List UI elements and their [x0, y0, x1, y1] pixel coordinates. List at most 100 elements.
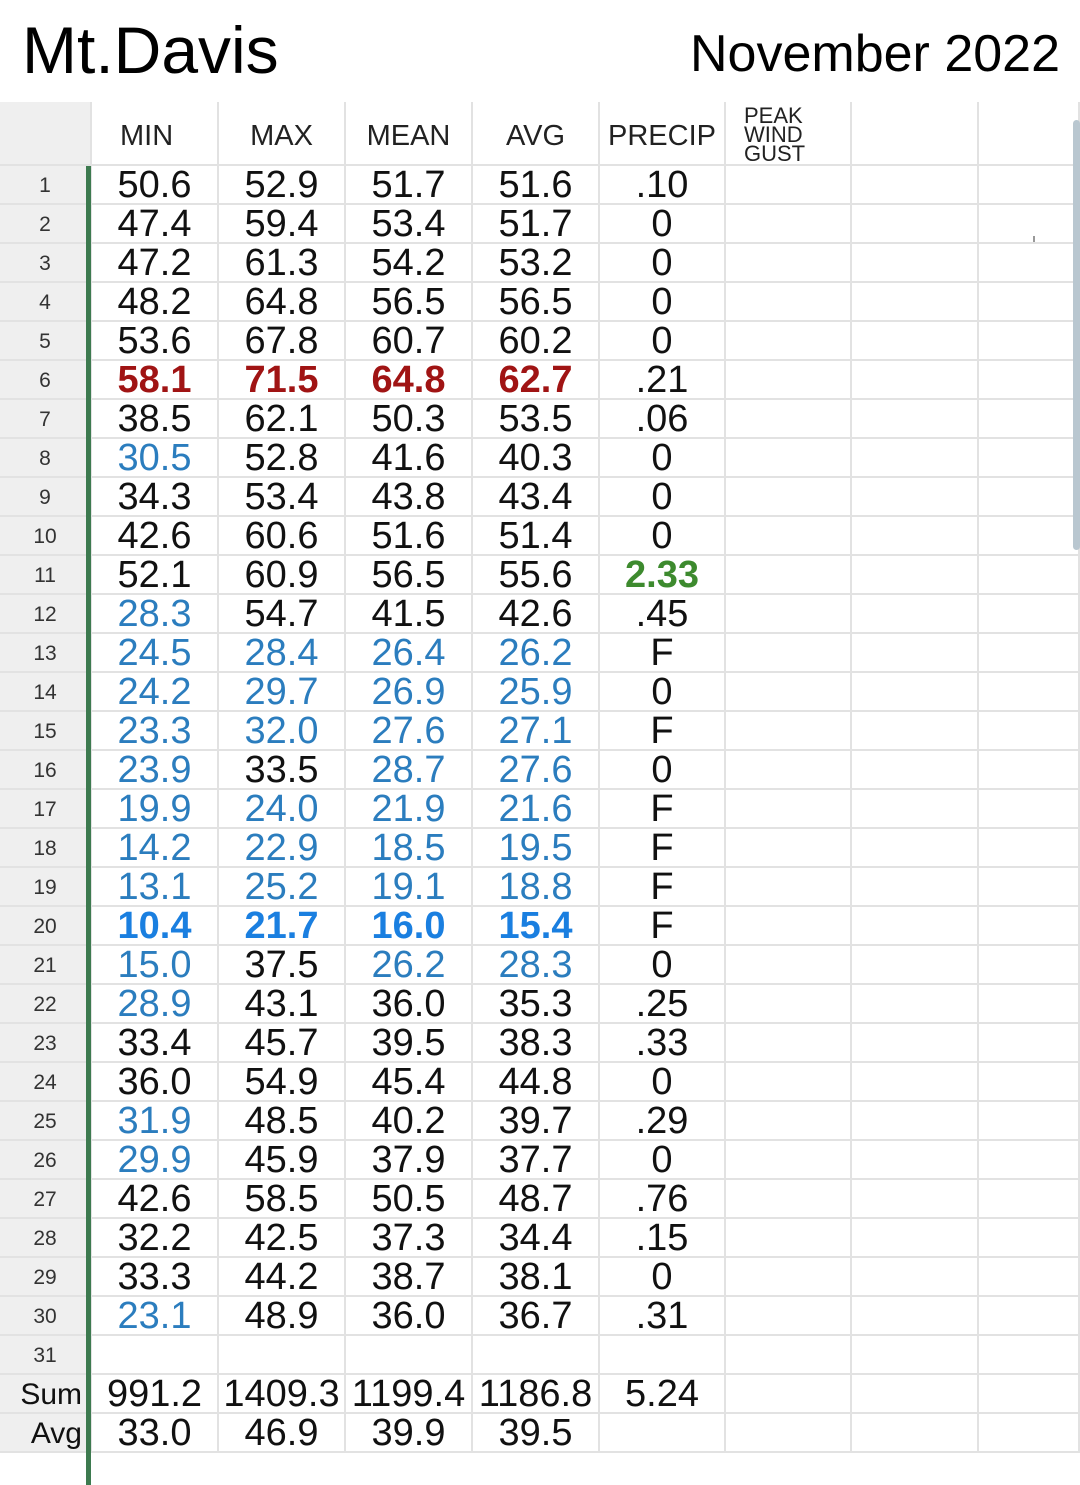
precip-cell[interactable]: 0 — [600, 673, 726, 712]
max-cell[interactable]: 61.3 — [219, 244, 346, 283]
empty-cell[interactable] — [979, 673, 1080, 712]
mean-cell[interactable]: 64.8 — [346, 361, 473, 400]
summary-label[interactable]: Avg — [0, 1414, 92, 1453]
mean-cell[interactable]: 39.9 — [346, 1414, 473, 1453]
mean-cell[interactable]: 54.2 — [346, 244, 473, 283]
avg-cell[interactable] — [473, 1336, 600, 1375]
row-number[interactable]: 2 — [0, 205, 92, 244]
precip-cell[interactable]: 0 — [600, 751, 726, 790]
min-cell[interactable]: 13.1 — [92, 868, 219, 907]
precip-cell[interactable]: F — [600, 712, 726, 751]
empty-cell[interactable] — [852, 1024, 979, 1063]
precip-cell[interactable]: 0 — [600, 439, 726, 478]
avg-cell[interactable]: 60.2 — [473, 322, 600, 361]
row-number[interactable]: 7 — [0, 400, 92, 439]
empty-cell[interactable] — [852, 712, 979, 751]
row-number[interactable]: 23 — [0, 1024, 92, 1063]
empty-cell[interactable] — [852, 634, 979, 673]
min-cell[interactable]: 23.1 — [92, 1297, 219, 1336]
mean-cell[interactable]: 41.5 — [346, 595, 473, 634]
precip-cell[interactable]: .06 — [600, 400, 726, 439]
avg-cell[interactable]: 27.1 — [473, 712, 600, 751]
empty-cell[interactable] — [852, 1336, 979, 1375]
empty-cell[interactable] — [979, 361, 1080, 400]
min-cell[interactable]: 42.6 — [92, 517, 219, 556]
avg-cell[interactable]: 56.5 — [473, 283, 600, 322]
mean-cell[interactable]: 1199.4 — [346, 1375, 473, 1414]
max-cell[interactable]: 60.6 — [219, 517, 346, 556]
empty-cell[interactable] — [726, 1219, 852, 1258]
empty-cell[interactable] — [979, 400, 1080, 439]
avg-cell[interactable]: 39.5 — [473, 1414, 600, 1453]
min-cell[interactable]: 47.4 — [92, 205, 219, 244]
max-cell[interactable]: 62.1 — [219, 400, 346, 439]
mean-cell[interactable]: 50.3 — [346, 400, 473, 439]
min-cell[interactable]: 991.2 — [92, 1375, 219, 1414]
row-number[interactable]: 20 — [0, 907, 92, 946]
empty-cell[interactable] — [852, 868, 979, 907]
max-cell[interactable]: 58.5 — [219, 1180, 346, 1219]
precip-cell[interactable]: F — [600, 790, 726, 829]
precip-cell[interactable]: F — [600, 868, 726, 907]
min-cell[interactable]: 52.1 — [92, 556, 219, 595]
min-cell[interactable]: 30.5 — [92, 439, 219, 478]
mean-cell[interactable]: 53.4 — [346, 205, 473, 244]
mean-cell[interactable]: 26.9 — [346, 673, 473, 712]
row-number[interactable]: 29 — [0, 1258, 92, 1297]
precip-cell[interactable]: .10 — [600, 166, 726, 205]
empty-cell[interactable] — [852, 1297, 979, 1336]
empty-cell[interactable] — [979, 1102, 1080, 1141]
row-number[interactable]: 16 — [0, 751, 92, 790]
mean-cell[interactable]: 26.4 — [346, 634, 473, 673]
max-cell[interactable]: 64.8 — [219, 283, 346, 322]
empty-cell[interactable] — [726, 1336, 852, 1375]
precip-cell[interactable]: 0 — [600, 1258, 726, 1297]
mean-cell[interactable]: 43.8 — [346, 478, 473, 517]
column-header-mean[interactable]: MEAN — [346, 102, 473, 166]
row-number[interactable]: 1 — [0, 166, 92, 205]
row-number[interactable]: 19 — [0, 868, 92, 907]
precip-cell[interactable]: 5.24 — [600, 1375, 726, 1414]
empty-cell[interactable] — [979, 829, 1080, 868]
empty-cell[interactable] — [726, 751, 852, 790]
mean-cell[interactable]: 51.6 — [346, 517, 473, 556]
avg-cell[interactable]: 25.9 — [473, 673, 600, 712]
max-cell[interactable]: 54.9 — [219, 1063, 346, 1102]
empty-cell[interactable] — [726, 829, 852, 868]
avg-cell[interactable]: 36.7 — [473, 1297, 600, 1336]
empty-cell[interactable] — [979, 1336, 1080, 1375]
column-header-min[interactable]: MIN — [92, 102, 219, 166]
max-cell[interactable]: 32.0 — [219, 712, 346, 751]
row-number[interactable]: 8 — [0, 439, 92, 478]
max-cell[interactable]: 67.8 — [219, 322, 346, 361]
avg-cell[interactable]: 43.4 — [473, 478, 600, 517]
precip-cell[interactable]: 0 — [600, 517, 726, 556]
empty-cell[interactable] — [726, 1258, 852, 1297]
empty-cell[interactable] — [852, 946, 979, 985]
max-cell[interactable]: 46.9 — [219, 1414, 346, 1453]
empty-cell[interactable] — [726, 634, 852, 673]
max-cell[interactable]: 53.4 — [219, 478, 346, 517]
column-header-peak-wind-gust[interactable]: PEAK WIND GUST — [726, 102, 852, 166]
empty-cell[interactable] — [852, 907, 979, 946]
min-cell[interactable]: 23.9 — [92, 751, 219, 790]
empty-cell[interactable] — [979, 205, 1080, 244]
min-cell[interactable]: 53.6 — [92, 322, 219, 361]
max-cell[interactable]: 71.5 — [219, 361, 346, 400]
mean-cell[interactable]: 50.5 — [346, 1180, 473, 1219]
mean-cell[interactable]: 38.7 — [346, 1258, 473, 1297]
empty-cell[interactable] — [852, 790, 979, 829]
empty-cell[interactable] — [852, 595, 979, 634]
mean-cell[interactable]: 19.1 — [346, 868, 473, 907]
row-number[interactable]: 17 — [0, 790, 92, 829]
row-number[interactable]: 3 — [0, 244, 92, 283]
empty-cell[interactable] — [979, 439, 1080, 478]
empty-cell[interactable] — [726, 673, 852, 712]
precip-cell[interactable]: .45 — [600, 595, 726, 634]
min-cell[interactable]: 15.0 — [92, 946, 219, 985]
max-cell[interactable]: 52.8 — [219, 439, 346, 478]
min-cell[interactable]: 31.9 — [92, 1102, 219, 1141]
column-header-avg[interactable]: AVG — [473, 102, 600, 166]
avg-cell[interactable]: 38.3 — [473, 1024, 600, 1063]
mean-cell[interactable]: 18.5 — [346, 829, 473, 868]
